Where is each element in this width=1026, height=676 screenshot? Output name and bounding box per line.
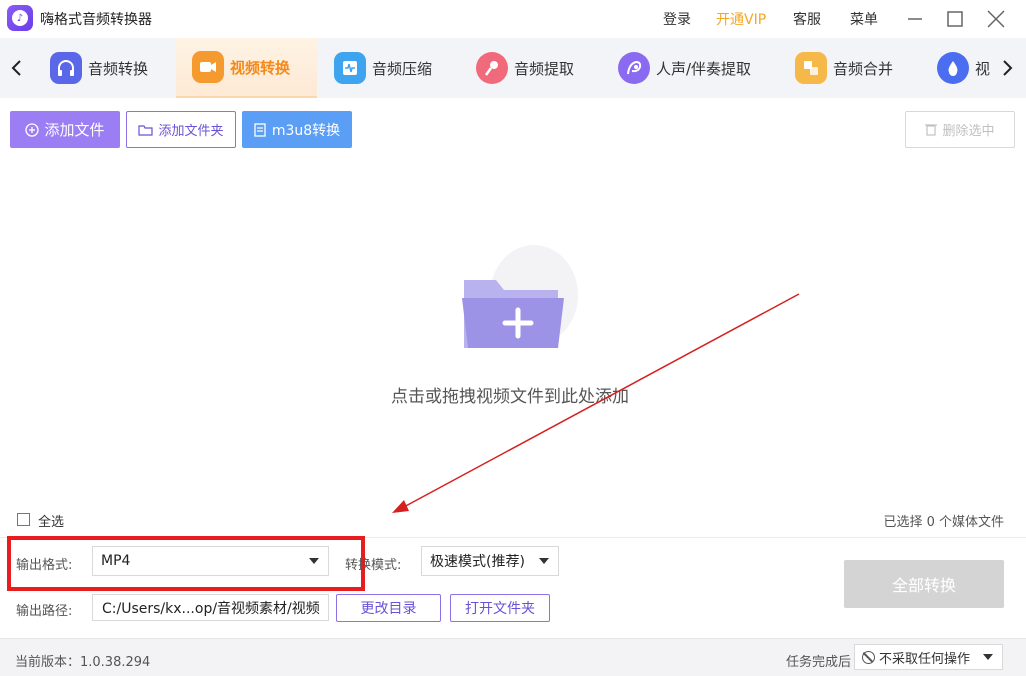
plus-circle-icon: [25, 122, 40, 137]
tab-label: 音频压缩: [372, 59, 433, 78]
document-icon: [254, 122, 266, 137]
tab-audio-extract[interactable]: 音频提取: [468, 38, 598, 98]
headphones-icon: [50, 52, 82, 84]
close-button[interactable]: [983, 6, 1009, 32]
convert-mode-value: 极速模式(推荐): [430, 554, 525, 570]
tab-scroll-right-button[interactable]: [998, 54, 1018, 82]
vip-link[interactable]: 开通VIP: [716, 9, 766, 29]
tab-label: 音频提取: [514, 59, 575, 78]
tab-audio-compress[interactable]: 音频压缩: [326, 38, 456, 98]
chevron-right-icon: [1003, 60, 1013, 76]
add-folder-illustration-icon[interactable]: [454, 240, 578, 360]
convert-mode-label: 转换模式:: [345, 558, 402, 573]
maximize-button[interactable]: [942, 6, 968, 32]
folder-icon: [138, 124, 154, 136]
select-all-checkbox[interactable]: [17, 513, 30, 526]
tab-audio-convert[interactable]: 音频转换: [42, 38, 170, 98]
tab-vocal-extract[interactable]: 人声/伴奏提取: [610, 38, 778, 98]
dropdown-caret-icon: [983, 654, 993, 660]
tab-label: 音频合并: [833, 59, 894, 78]
tab-label: 人声/伴奏提取: [656, 59, 752, 78]
chevron-left-icon: [11, 60, 21, 76]
video-camera-icon: [192, 51, 224, 83]
highlight-box: [7, 536, 365, 591]
close-icon: [987, 10, 1005, 28]
service-link[interactable]: 客服: [793, 9, 821, 29]
trash-icon: [925, 124, 938, 136]
microphone-icon: [476, 52, 508, 84]
change-directory-button[interactable]: 更改目录: [336, 594, 441, 622]
version-text: 当前版本：1.0.38.294: [15, 655, 151, 670]
tab-video-convert[interactable]: 视频转换: [176, 38, 317, 98]
tab-label: 视频转换: [230, 58, 291, 77]
vocal-icon: [618, 52, 650, 84]
delete-selected-label: 删除选中: [942, 124, 995, 139]
drop-hint-text[interactable]: 点击或拖拽视频文件到此处添加: [320, 382, 700, 407]
delete-selected-button[interactable]: 删除选中: [905, 111, 1015, 148]
after-task-label: 任务完成后: [786, 655, 852, 670]
output-path-field[interactable]: C:/Users/kx...op/音视频素材/视频: [92, 594, 329, 621]
select-all-label[interactable]: 全选: [38, 511, 64, 530]
ban-icon: [862, 651, 875, 664]
output-path-label: 输出路径:: [16, 604, 73, 619]
app-title: 嗨格式音频转换器: [40, 12, 152, 28]
m3u8-label: m3u8转换: [271, 122, 341, 139]
feature-tab-bar: 音频转换 视频转换 音频压缩 音频提取 人声/伴奏提取 音频合并 视: [0, 38, 1026, 98]
waveform-icon: [334, 52, 366, 84]
tab-audio-merge[interactable]: 音频合并: [787, 38, 917, 98]
add-folder-button[interactable]: 添加文件夹: [126, 111, 236, 148]
drop-icon: [937, 52, 969, 84]
app-logo-icon: ♪: [7, 5, 33, 31]
add-file-label: 添加文件: [44, 121, 105, 139]
convert-all-button[interactable]: 全部转换: [844, 560, 1004, 608]
after-task-select[interactable]: 不采取任何操作: [854, 644, 1003, 670]
merge-icon: [795, 52, 827, 84]
maximize-icon: [947, 11, 963, 27]
after-task-value: 不采取任何操作: [879, 651, 971, 667]
tab-label: 视: [975, 59, 991, 78]
menu-link[interactable]: 菜单: [850, 9, 878, 29]
selected-count-text: 已选择 0 个媒体文件: [883, 515, 1004, 530]
dropdown-caret-icon: [539, 558, 549, 564]
login-link[interactable]: 登录: [663, 9, 691, 29]
tab-video-more[interactable]: 视: [929, 38, 995, 98]
convert-mode-select[interactable]: 极速模式(推荐): [421, 546, 559, 576]
open-folder-button[interactable]: 打开文件夹: [450, 594, 550, 622]
tab-label: 音频转换: [88, 59, 149, 78]
add-folder-label: 添加文件夹: [158, 124, 224, 139]
tab-scroll-left-button[interactable]: [6, 54, 26, 82]
minimize-button[interactable]: [902, 6, 928, 32]
add-file-button[interactable]: 添加文件: [10, 111, 120, 148]
title-bar: ♪ 嗨格式音频转换器 登录 开通VIP 客服 菜单: [0, 0, 1026, 38]
m3u8-convert-button[interactable]: m3u8转换: [242, 111, 352, 148]
minimize-icon: [908, 18, 922, 20]
